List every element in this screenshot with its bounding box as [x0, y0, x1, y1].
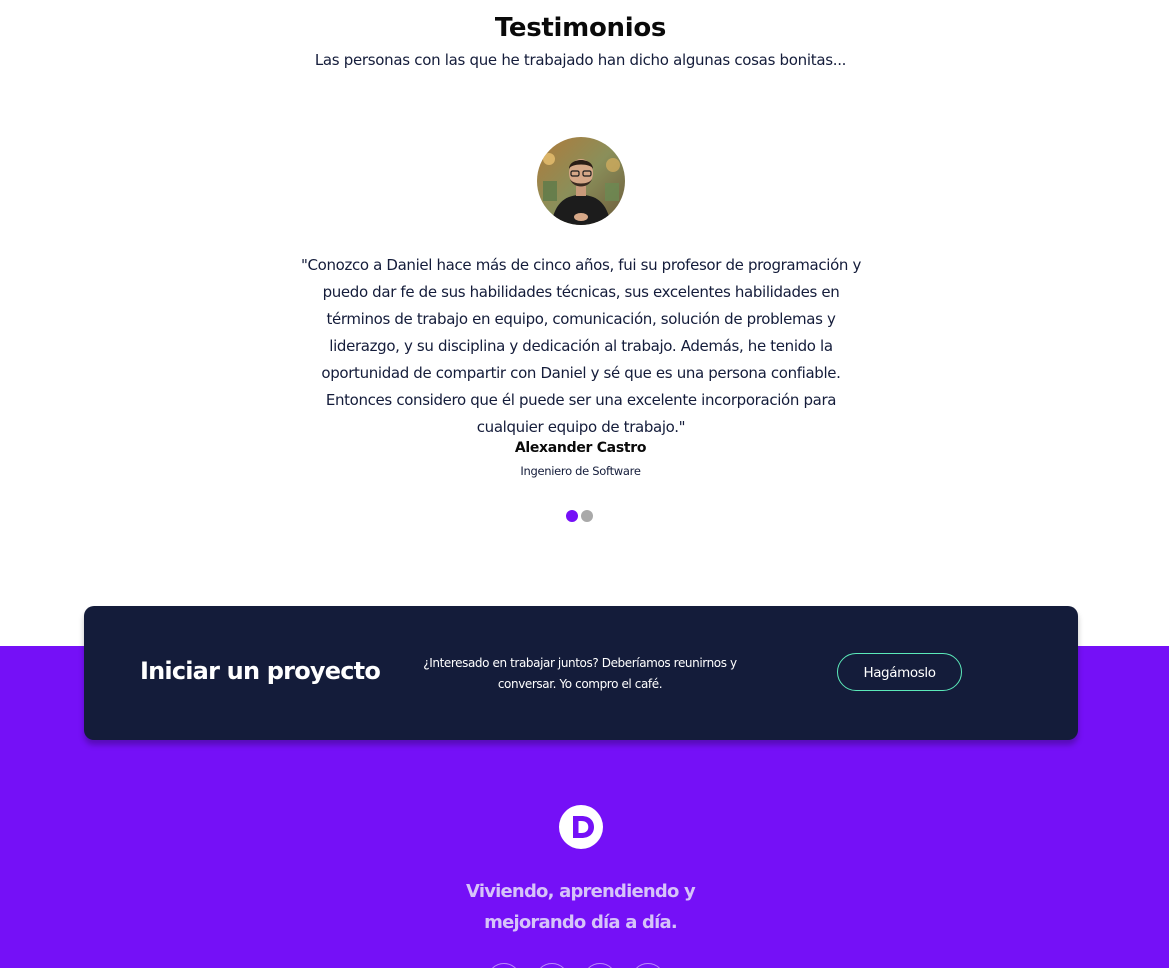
social-link-icon[interactable] — [535, 963, 569, 968]
cta-title: Iniciar un proyecto — [139, 657, 381, 685]
testimonial-author-name: Alexander Castro — [514, 440, 647, 456]
footer-tagline-line-2: mejorando día a día. — [484, 912, 678, 933]
social-link-icon[interactable] — [631, 963, 665, 968]
carousel-dot-1[interactable] — [566, 510, 578, 522]
social-links — [487, 963, 665, 968]
social-link-icon[interactable] — [487, 963, 521, 968]
testimonial-author-role: Ingeniero de Software — [520, 464, 641, 478]
logo-glyph — [573, 816, 594, 838]
start-project-banner: Iniciar un proyecto ¿Interesado en traba… — [84, 606, 1078, 740]
testimonials-subtitle: Las personas con las que he trabajado ha… — [314, 51, 847, 69]
testimonials-title: Testimonios — [494, 13, 667, 43]
logo-icon[interactable] — [559, 805, 603, 849]
testimonial-quote: "Conozco a Daniel hace más de cinco años… — [300, 256, 862, 436]
cta-text: ¿Interesado en trabajar juntos? Deberíam… — [423, 656, 737, 691]
carousel-dot-2[interactable] — [581, 510, 593, 522]
footer-tagline: Viviendo, aprendiendo y mejorando día a … — [0, 876, 1161, 938]
carousel-pagination — [566, 510, 593, 522]
page: Testimonios Las personas con las que he … — [0, 0, 1169, 968]
footer-tagline-line-1: Viviendo, aprendiendo y — [466, 881, 696, 902]
avatar — [537, 137, 625, 225]
lets-do-it-button[interactable]: Hagámoslo — [837, 653, 962, 691]
social-link-icon[interactable] — [583, 963, 617, 968]
avatar-photo-icon — [537, 137, 625, 225]
